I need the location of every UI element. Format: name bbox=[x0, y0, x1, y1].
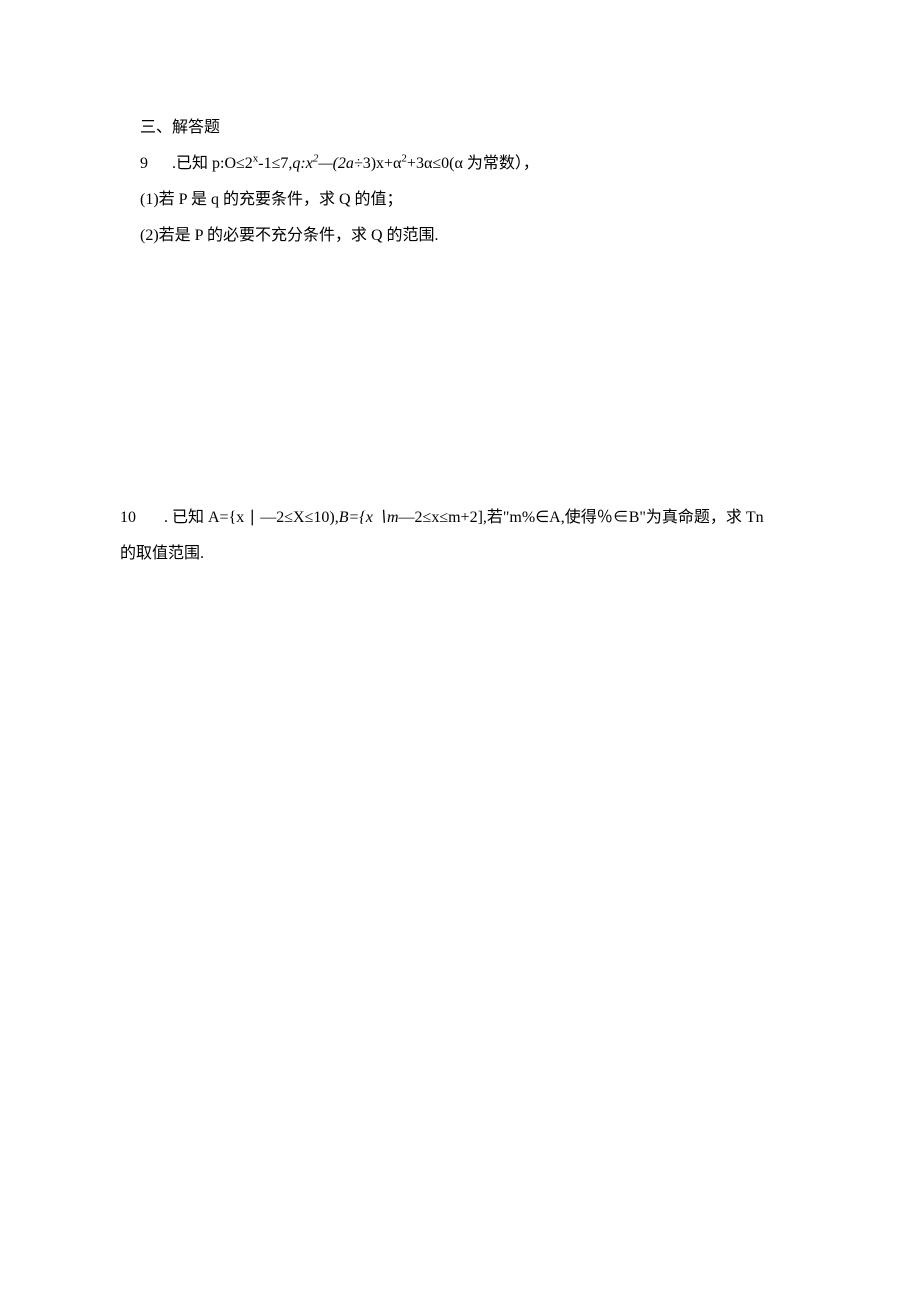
q10-line2-text: 的取值范围. bbox=[120, 545, 204, 562]
problem-number: 10 bbox=[120, 502, 160, 534]
q9-sub2-text: (2)若是 P 的必要不充分条件，求 Q 的范围. bbox=[140, 227, 439, 244]
dot: . bbox=[168, 155, 176, 172]
problem-9-sub2: (2)若是 P 的必要不充分条件，求 Q 的范围. bbox=[140, 220, 800, 252]
q9-text-b: -1≤7, bbox=[258, 155, 292, 172]
q9-sub1-text: (1)若 P 是 q 的充要条件，求 Q 的值； bbox=[140, 191, 403, 208]
problem-10-line2: 的取值范围. bbox=[120, 538, 800, 570]
q9-text-a: 已知 p:O≤2 bbox=[176, 155, 253, 172]
section-heading-text: 三、解答题 bbox=[140, 119, 220, 136]
problem-9-sub1: (1)若 P 是 q 的充要条件，求 Q 的值； bbox=[140, 184, 800, 216]
q9-text-d: —(2a÷ bbox=[318, 155, 362, 172]
dot: . bbox=[160, 509, 172, 526]
q9-text-c: q:x bbox=[292, 155, 312, 172]
section-heading: 三、解答题 bbox=[140, 112, 800, 144]
problem-number: 9 bbox=[140, 148, 168, 180]
problem-9: 9 .已知 p:O≤2x-1≤7,q:x2—(2a÷3)x+α2+3α≤0(α … bbox=[140, 148, 800, 180]
q9-text-f: +3α≤0(α 为常数）， bbox=[407, 155, 539, 172]
problem-10: 10 . 已知 A={x ∣ —2≤X≤10),B={x ∖m—2≤x≤m+2]… bbox=[120, 502, 800, 534]
q10-line1-c: —2≤x≤m+2],若"m%∈A,使得％∈B"为真命题，求 Tn bbox=[399, 509, 764, 526]
vertical-gap bbox=[140, 256, 800, 502]
q9-text-e: 3)x+α bbox=[363, 155, 402, 172]
q10-line1-b: B={x ∖m bbox=[339, 509, 399, 526]
q10-line1-a: 已知 A={x ∣ —2≤X≤10), bbox=[172, 509, 339, 526]
